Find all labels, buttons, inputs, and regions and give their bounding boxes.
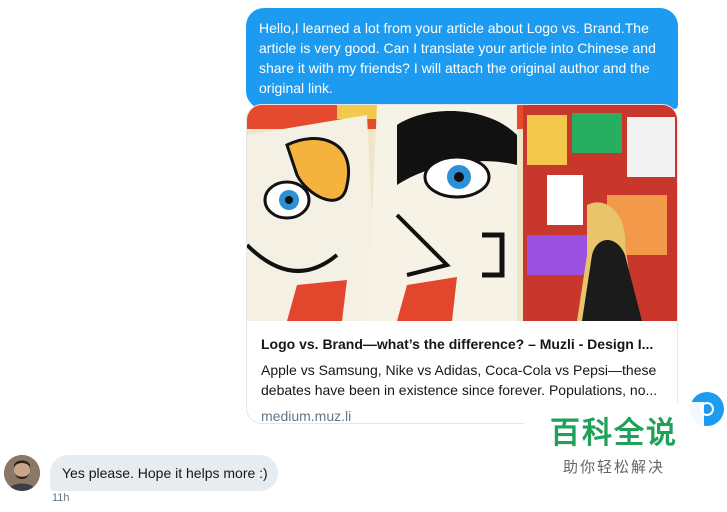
link-preview-description: Apple vs Samsung, Nike vs Adidas, Coca-C… — [261, 362, 658, 398]
watermark-main-text: 百科全说 — [550, 416, 678, 451]
watermark-sub-text: 助你轻松解决 — [562, 458, 665, 476]
avatar[interactable] — [4, 455, 40, 491]
outgoing-message-text: Hello,I learned a lot from your article … — [259, 20, 656, 96]
user-avatar-icon — [4, 455, 40, 491]
outgoing-message-bubble: Hello,I learned a lot from your article … — [246, 8, 678, 109]
watermark-overlay: 百科全说 助你轻松解决 — [524, 402, 704, 484]
link-preview-title[interactable]: Logo vs. Brand—what’s the difference? – … — [261, 334, 663, 354]
incoming-message-bubble: Yes please. Hope it helps more :) — [50, 455, 278, 491]
link-preview-image[interactable] — [247, 105, 677, 321]
link-preview-card[interactable]: Logo vs. Brand—what’s the difference? – … — [246, 104, 678, 424]
incoming-message-text: Yes please. Hope it helps more :) — [62, 465, 268, 481]
message-timestamp: 11h — [52, 492, 70, 504]
